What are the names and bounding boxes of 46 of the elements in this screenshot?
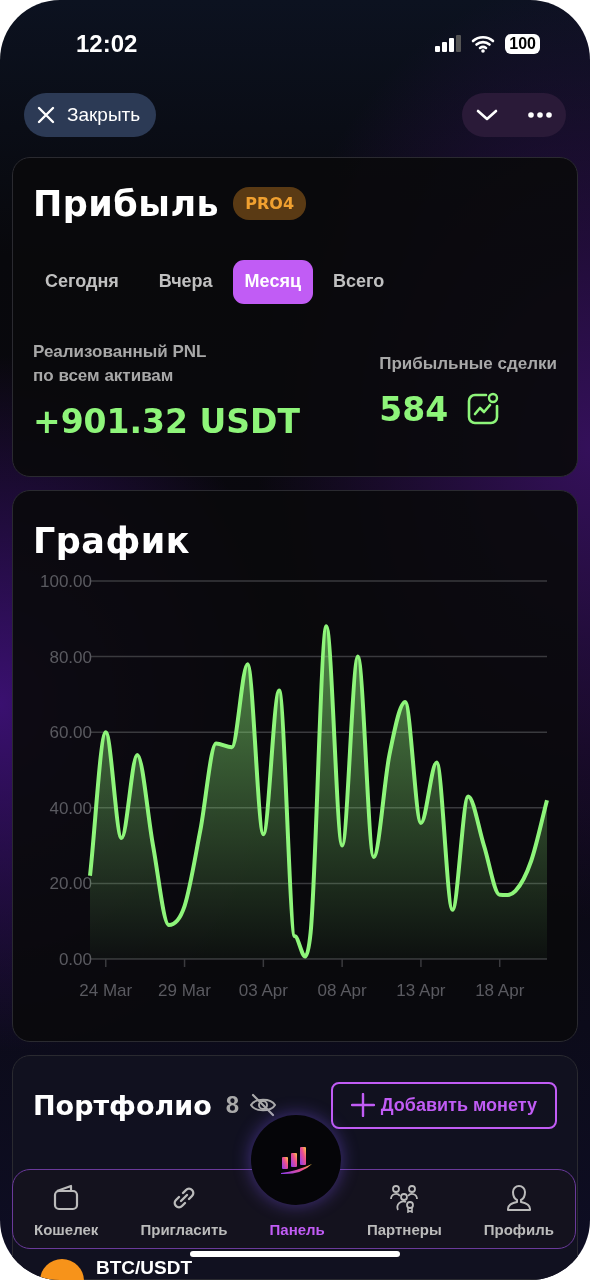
x-tick-label: 24 Mar bbox=[79, 981, 133, 1001]
wifi-icon bbox=[471, 34, 496, 53]
card-title: Прибыль bbox=[33, 183, 220, 224]
collapse-button[interactable] bbox=[476, 107, 498, 122]
pnl-value: +901.32 USDT bbox=[33, 401, 300, 441]
x-tick-label: 13 Apr bbox=[396, 981, 446, 1001]
close-button[interactable]: Закрыть bbox=[24, 92, 157, 137]
y-tick-label: 60.00 bbox=[49, 723, 92, 743]
people-icon bbox=[389, 1183, 420, 1213]
section-title: Портфолио bbox=[33, 1089, 212, 1121]
battery-indicator: 100 bbox=[505, 33, 540, 54]
y-tick-label: 40.00 bbox=[49, 798, 92, 818]
x-tick-label: 18 Apr bbox=[475, 981, 525, 1001]
nav-tab[interactable]: Профиль bbox=[483, 1183, 554, 1238]
more-icon bbox=[528, 111, 552, 118]
more-button[interactable] bbox=[528, 111, 552, 118]
y-tick-label: 80.00 bbox=[49, 647, 92, 667]
pair-name: BTC/USDT bbox=[96, 1258, 193, 1277]
y-tick-label: 20.00 bbox=[49, 874, 92, 894]
period-tab[interactable]: Вчера bbox=[146, 259, 225, 304]
x-tick-label: 03 Apr bbox=[238, 981, 288, 1001]
signal-icon bbox=[435, 35, 462, 53]
nav-tab[interactable]: Панель bbox=[269, 1221, 325, 1238]
card-title: График bbox=[32, 521, 191, 562]
nav-tab[interactable]: Кошелек bbox=[34, 1183, 99, 1238]
add-coin-button[interactable]: Добавить монету bbox=[330, 1081, 557, 1129]
hidden-eye-icon bbox=[249, 1093, 278, 1117]
nav-tab[interactable]: Партнеры bbox=[366, 1183, 442, 1238]
close-icon bbox=[37, 105, 55, 124]
y-tick-label: 0.00 bbox=[58, 950, 92, 970]
bar-chart-icon bbox=[279, 1145, 313, 1175]
trades-label: Прибыльные сделки bbox=[379, 352, 557, 375]
trades-count: 584 bbox=[379, 389, 449, 429]
nav-tab[interactable]: Пригласить bbox=[140, 1183, 228, 1238]
x-tick-label: 08 Apr bbox=[317, 981, 367, 1001]
y-tick-label: 100.00 bbox=[40, 572, 92, 592]
plus-icon bbox=[350, 1093, 375, 1117]
level-badge: PRO4 bbox=[233, 187, 306, 221]
chevron-down-icon bbox=[476, 107, 498, 122]
x-tick-label: 29 Mar bbox=[158, 981, 211, 1001]
pnl-label: Реализованный PNL по всем активам bbox=[33, 340, 208, 387]
period-tab[interactable]: Всего bbox=[320, 259, 397, 304]
clock-time: 12:02 bbox=[76, 29, 138, 58]
chart-icon bbox=[466, 392, 501, 427]
coin-count: 8 bbox=[225, 1091, 240, 1119]
period-tab[interactable]: Сегодня bbox=[33, 259, 131, 304]
